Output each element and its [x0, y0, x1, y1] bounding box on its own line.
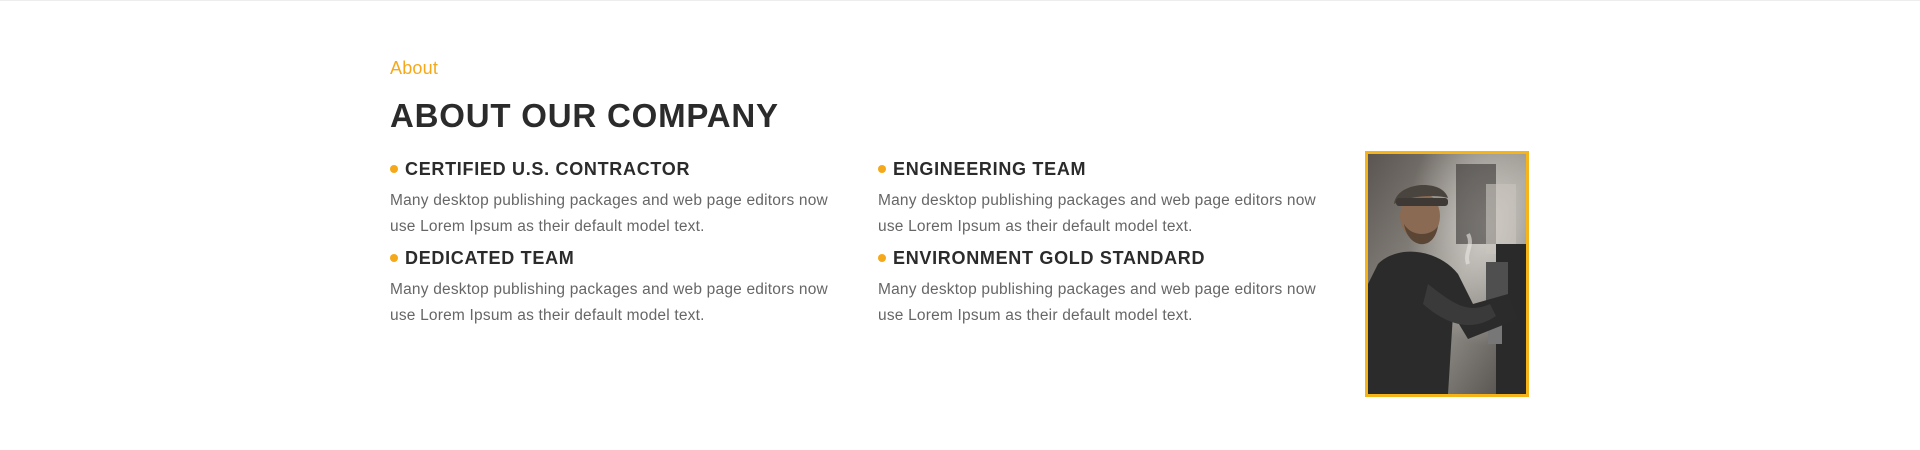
feature-description: Many desktop publishing packages and web… — [878, 192, 1316, 235]
section-title: ABOUT OUR COMPANY — [390, 97, 779, 134]
feature-description: Many desktop publishing packages and web… — [390, 281, 828, 324]
bullet-dot-icon — [390, 165, 398, 173]
section-eyebrow: About — [390, 58, 439, 78]
bullet-dot-icon — [878, 254, 886, 262]
about-section: About ABOUT OUR COMPANY CERTIFIED U.S. C… — [390, 56, 1530, 406]
feature-heading-row: ENGINEERING TEAM — [878, 158, 1338, 180]
top-divider — [0, 0, 1920, 1]
feature-description: Many desktop publishing packages and web… — [878, 281, 1316, 324]
feature-title: ENGINEERING TEAM — [893, 159, 1087, 179]
feature-item-environment-gold-standard: ENVIRONMENT GOLD STANDARD Many desktop p… — [878, 247, 1338, 329]
feature-item-engineering-team: ENGINEERING TEAM Many desktop publishing… — [878, 158, 1338, 240]
barista-photo-illustration — [1368, 154, 1526, 394]
feature-title: DEDICATED TEAM — [405, 248, 575, 268]
bullet-dot-icon — [878, 165, 886, 173]
feature-item-certified-contractor: CERTIFIED U.S. CONTRACTOR Many desktop p… — [390, 158, 850, 240]
feature-heading-row: DEDICATED TEAM — [390, 247, 850, 269]
about-photo — [1365, 151, 1529, 397]
feature-heading-row: ENVIRONMENT GOLD STANDARD — [878, 247, 1338, 269]
feature-description: Many desktop publishing packages and web… — [390, 192, 828, 235]
feature-item-dedicated-team: DEDICATED TEAM Many desktop publishing p… — [390, 247, 850, 329]
feature-title: CERTIFIED U.S. CONTRACTOR — [405, 159, 691, 179]
bullet-dot-icon — [390, 254, 398, 262]
feature-heading-row: CERTIFIED U.S. CONTRACTOR — [390, 158, 850, 180]
feature-title: ENVIRONMENT GOLD STANDARD — [893, 248, 1206, 268]
